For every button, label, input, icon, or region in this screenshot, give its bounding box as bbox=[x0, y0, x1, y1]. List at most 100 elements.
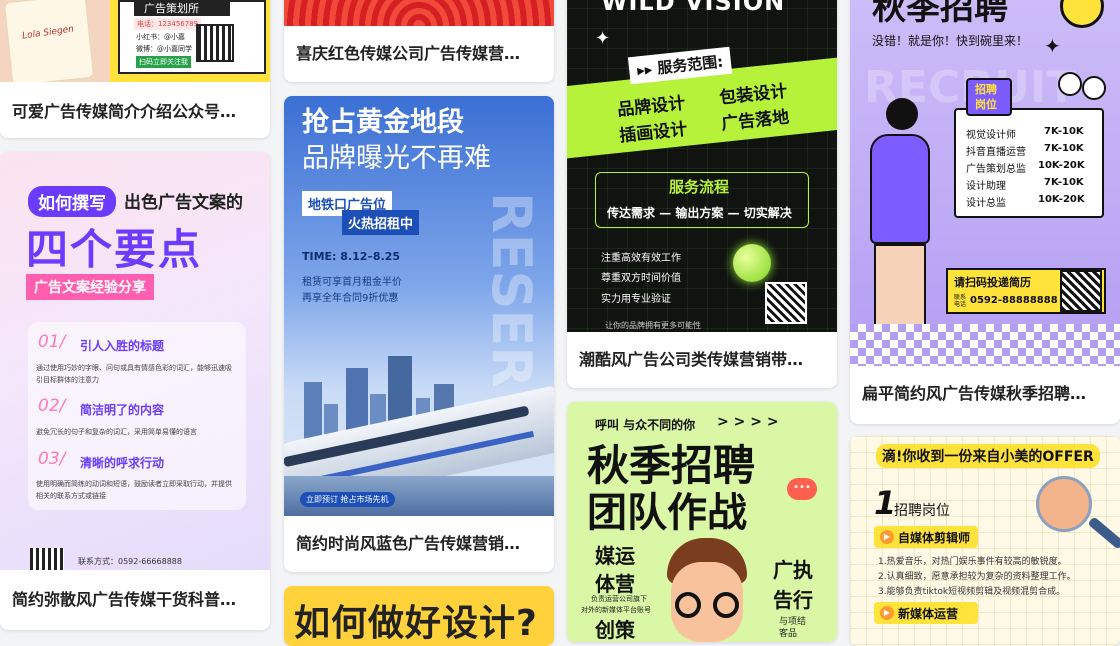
card-thumbnail[interactable]: 如何做好设计? bbox=[284, 586, 554, 646]
tip-number: 02/ bbox=[38, 396, 66, 416]
card-thumbnail[interactable]: WILD VISION ✦ ▸▸ 服务范围: 品牌设计 包装设计 插画设计 广告… bbox=[567, 0, 837, 332]
poster-role: 创策 bbox=[595, 618, 635, 642]
card-thumbnail[interactable]: 如何撰写 出色广告文案的 四个要点 广告文案经验分享 01/ 引人入胜的标题 通… bbox=[0, 152, 270, 570]
play-icon: ▶ bbox=[880, 606, 894, 620]
feature-item: 实力用专业验证 bbox=[601, 294, 671, 305]
person-illustration: Lola Siegen bbox=[0, 0, 110, 82]
poster-note: 负责运营公司旗下 bbox=[591, 595, 647, 603]
job-pay: 7K-10K bbox=[1044, 126, 1084, 137]
poster-role: 广执 bbox=[773, 558, 813, 582]
qr-code-icon bbox=[1060, 270, 1102, 312]
poster-role: 体营 bbox=[595, 572, 635, 596]
feature-item: 注重高效有效工作 bbox=[601, 253, 681, 264]
card-title[interactable]: 可爱广告传媒简介介绍公众号… bbox=[12, 98, 258, 122]
job-badge-label: 岗位 bbox=[975, 98, 997, 111]
card-thumbnail[interactable]: RESER 抢占黄金地段 品牌曝光不再难 地铁口广告位 火热招租中 TIME: … bbox=[284, 96, 554, 516]
poster-time: TIME: 8.12–8.25 bbox=[302, 250, 401, 263]
poster-heading: 如何做好设计? bbox=[294, 603, 538, 644]
flow-line: 传达需求 — 输出方案 — 切实解决 bbox=[607, 206, 792, 220]
tip-heading: 引人入胜的标题 bbox=[80, 339, 165, 353]
column-4: RECRUIT 秋季招聘 没错！就是你！快到碗里来！ ✦ 招聘 岗位 视觉设计师… bbox=[850, 0, 1120, 646]
tip-desc: 通过使用巧妙的字眼、问句或具有情感色彩的词汇，能够迅速吸引目标群体的注意力 bbox=[36, 364, 232, 384]
column-3: WILD VISION ✦ ▸▸ 服务范围: 品牌设计 包装设计 插画设计 广告… bbox=[567, 0, 837, 642]
smiley-icon bbox=[733, 244, 771, 282]
job-pay: 10K-20K bbox=[1038, 194, 1085, 205]
job-desc: 2.认真细致，愿意承担较为复杂的资料整理工作。 bbox=[878, 572, 1076, 582]
job-desc: 3.能够负责tiktok短视频剪辑及视频混剪合成。 bbox=[878, 587, 1066, 597]
template-card[interactable]: 如何撰写 出色广告文案的 四个要点 广告文案经验分享 01/ 引人入胜的标题 通… bbox=[0, 152, 270, 630]
person-illustration bbox=[864, 98, 934, 348]
pattern-decoration bbox=[284, 0, 554, 26]
card-thumbnail[interactable]: RECRUIT 秋季招聘 没错！就是你！快到碗里来！ ✦ 招聘 岗位 视觉设计师… bbox=[850, 0, 1120, 366]
job-name: 设计助理 bbox=[966, 181, 1006, 192]
template-card[interactable]: Lola Siegen 广告策划所 电话：123456789 小红书：@小嘉 微… bbox=[0, 0, 270, 138]
card-title[interactable]: 喜庆红色传媒公司广告传媒营… bbox=[296, 40, 542, 64]
chat-bubble-icon: ••• bbox=[787, 478, 817, 500]
poster-heading: 出色广告文案的 bbox=[124, 193, 243, 213]
tel-label: 联系电话 bbox=[954, 294, 967, 308]
flow-heading: 服务流程 bbox=[669, 178, 730, 196]
poster-line: 再享全年合同9折优惠 bbox=[302, 293, 399, 304]
qr-code-icon bbox=[765, 282, 807, 324]
section-title: 招聘岗位 bbox=[894, 503, 950, 519]
poster-heading: 抢占黄金地段 bbox=[302, 107, 464, 138]
job-desc: 1.热爱音乐，对热门娱乐事件有较高的敏锐度。 bbox=[878, 557, 1067, 567]
poster-big-title: 团队作战 bbox=[587, 490, 747, 536]
poster-line: 扫码立即关注我 bbox=[136, 56, 191, 68]
poster-line: 租赁可享首月租金半价 bbox=[302, 277, 402, 288]
poster-heading: 广告策划所 bbox=[134, 0, 230, 16]
template-card[interactable]: 呼叫 与众不同的你 > > > > 秋季招聘 团队作战 ••• 媒运 体营 负责… bbox=[567, 402, 837, 642]
tip-heading: 简洁明了的内容 bbox=[80, 403, 165, 417]
job-name: 新媒体运营 bbox=[898, 607, 959, 621]
poster-heading: WILD VISION bbox=[601, 0, 786, 16]
smiley-icon bbox=[1060, 0, 1104, 28]
template-card[interactable]: RESER 抢占黄金地段 品牌曝光不再难 地铁口广告位 火热招租中 TIME: … bbox=[284, 96, 554, 572]
tip-heading: 清晰的呼求行动 bbox=[80, 456, 165, 470]
tip-number: 01/ bbox=[38, 332, 66, 352]
poster-big-title: 四个要点 bbox=[26, 225, 203, 274]
job-pay: 10K-20K bbox=[1038, 160, 1085, 171]
card-thumbnail[interactable] bbox=[284, 0, 554, 26]
magnifier-icon bbox=[1087, 516, 1120, 550]
poster-badge: 火热招租中 bbox=[342, 210, 420, 235]
poster-line: 小红书：@小嘉 bbox=[136, 33, 185, 41]
character-illustration bbox=[661, 538, 753, 642]
sparkle-icon: ✦ bbox=[1044, 34, 1061, 58]
qr-code-icon bbox=[30, 548, 64, 570]
tip-number: 03/ bbox=[38, 449, 66, 469]
poster-note: 客品 bbox=[779, 629, 798, 639]
poster-hello: 呼叫 与众不同的你 bbox=[595, 418, 696, 432]
job-pay: 7K-10K bbox=[1044, 177, 1084, 188]
card-thumbnail[interactable]: Lola Siegen 广告策划所 电话：123456789 小红书：@小嘉 微… bbox=[0, 0, 270, 82]
job-name: 视觉设计师 bbox=[966, 130, 1016, 141]
avatar bbox=[1036, 476, 1092, 532]
poster-cta: 立即预订 抢占市场先机 bbox=[300, 492, 395, 507]
sparkle-icon: ✦ bbox=[595, 28, 611, 49]
poster-subtitle: 广告文案经验分享 bbox=[26, 274, 154, 300]
card-title[interactable]: 潮酷风广告公司类传媒营销带… bbox=[579, 346, 825, 370]
play-icon: ▶ bbox=[880, 530, 894, 544]
column-1: Lola Siegen 广告策划所 电话：123456789 小红书：@小嘉 微… bbox=[0, 0, 270, 630]
template-card[interactable]: RECRUIT 秋季招聘 没错！就是你！快到碗里来！ ✦ 招聘 岗位 视觉设计师… bbox=[850, 0, 1120, 424]
template-card[interactable]: 如何做好设计? bbox=[284, 586, 554, 646]
poster-tag: 如何撰写 bbox=[28, 186, 116, 217]
arrow-decoration: > > > > bbox=[717, 414, 779, 430]
job-badge-label: 招聘 bbox=[975, 83, 997, 96]
template-card[interactable]: WILD VISION ✦ ▸▸ 服务范围: 品牌设计 包装设计 插画设计 广告… bbox=[567, 0, 837, 388]
job-name: 自媒体剪辑师 bbox=[898, 531, 971, 545]
poster-footer: 让你的品牌拥有更多可能性 bbox=[605, 321, 701, 330]
card-thumbnail[interactable]: 滴!你收到一份来自小美的OFFER 1 招聘岗位 ▶ 自媒体剪辑师 1.热爱音乐… bbox=[850, 436, 1120, 646]
template-card[interactable]: 滴!你收到一份来自小美的OFFER 1 招聘岗位 ▶ 自媒体剪辑师 1.热爱音乐… bbox=[850, 436, 1120, 646]
card-title[interactable]: 简约时尚风蓝色广告传媒营销… bbox=[296, 530, 542, 554]
card-title[interactable]: 简约弥散风广告传媒干货科普… bbox=[12, 586, 258, 610]
poster-line: 微博：@小嘉同学 bbox=[136, 45, 192, 53]
tel-number: 0592-88888888 bbox=[970, 295, 1058, 306]
contact-info: 联系方式：0592-66668888 bbox=[78, 557, 182, 566]
poster-big-title: 秋季招聘 bbox=[872, 0, 1008, 28]
job-name: 抖音直播运营 bbox=[966, 147, 1026, 158]
template-card[interactable]: 喜庆红色传媒公司广告传媒营… bbox=[284, 0, 554, 82]
tip-desc: 使用明确而简练的动词和短语，鼓励读者立即采取行动，并提供相关的联系方式或链接 bbox=[36, 480, 232, 500]
column-2: 喜庆红色传媒公司广告传媒营… RESER 抢占黄金地段 品牌曝光不再难 地铁口广… bbox=[284, 0, 554, 646]
card-title[interactable]: 扁平简约风广告传媒秋季招聘… bbox=[862, 380, 1108, 404]
card-thumbnail[interactable]: 呼叫 与众不同的你 > > > > 秋季招聘 团队作战 ••• 媒运 体营 负责… bbox=[567, 402, 837, 642]
